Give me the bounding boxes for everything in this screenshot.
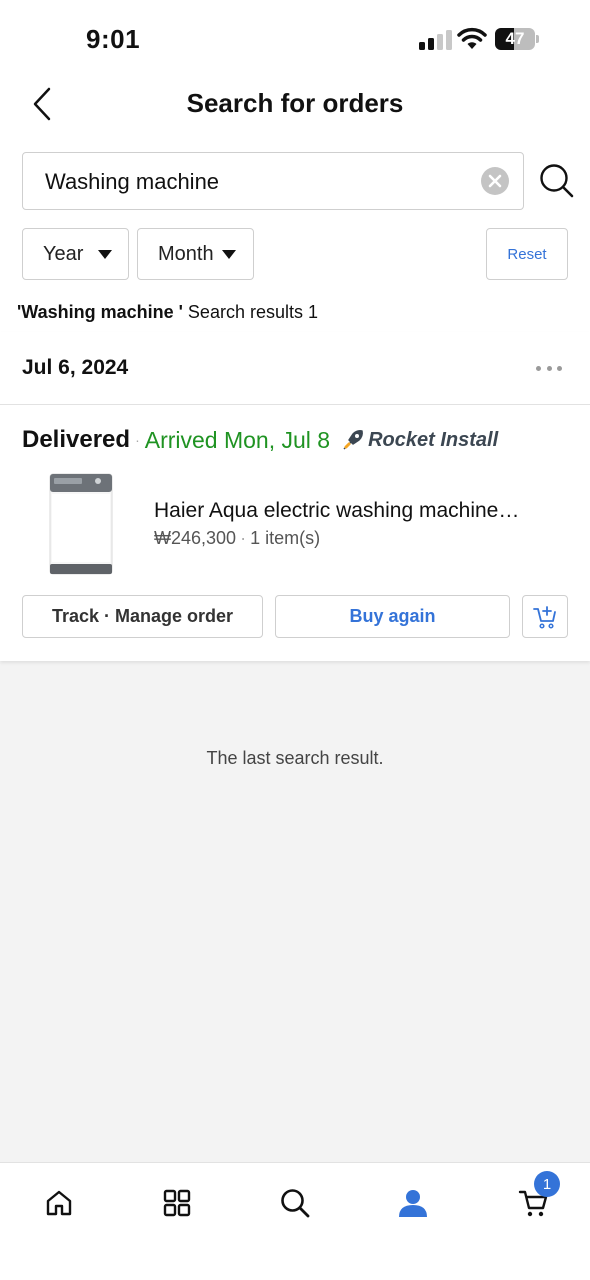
home-icon: [46, 1190, 72, 1216]
arrival-date: Arrived Mon, Jul 8: [144, 426, 331, 453]
order-card: Jul 6, 2024 Delivered · Arrived Mon, Jul…: [0, 332, 590, 661]
result-query: 'Washing machine ': [17, 302, 183, 322]
rocket-install-label: Rocket Install: [368, 428, 499, 451]
status-label: Delivered: [22, 426, 131, 453]
clear-search-button[interactable]: [481, 167, 509, 195]
add-to-cart-button[interactable]: [522, 595, 568, 638]
track-manage-order-button[interactable]: Track · Manage order: [22, 595, 263, 638]
product-quantity: 1 item(s): [250, 528, 321, 548]
caret-down-icon: [222, 250, 236, 259]
end-of-results-text: The last search result.: [206, 748, 384, 768]
status-time: 9:01: [86, 24, 141, 54]
search-icon: [540, 164, 574, 198]
month-filter-label: Month: [158, 243, 214, 265]
nav-categories[interactable]: [155, 1181, 199, 1225]
caret-down-icon: [98, 250, 112, 259]
page-title: Search for orders: [186, 88, 404, 118]
search-icon: [281, 1189, 310, 1218]
status-bar: 9:01 47: [0, 0, 590, 80]
rocket-install-icon: [343, 430, 364, 450]
result-count: Search results 1: [182, 302, 318, 322]
order-date: Jul 6, 2024: [22, 356, 129, 379]
year-filter[interactable]: Year: [22, 228, 129, 280]
battery-level: 47: [505, 29, 525, 48]
buy-again-button[interactable]: Buy again: [275, 595, 510, 638]
nav-home[interactable]: [37, 1181, 81, 1225]
bottom-navigation: 1: [0, 1162, 590, 1280]
battery-icon: 47: [495, 28, 539, 50]
close-icon: [488, 174, 502, 188]
product-image[interactable]: [40, 468, 120, 580]
nav-search[interactable]: [273, 1181, 317, 1225]
categories-icon: [163, 1189, 191, 1217]
divider: [0, 404, 590, 405]
product-price: ₩246,300: [154, 528, 237, 548]
product-meta: ₩246,300 · 1 item(s): [154, 528, 320, 549]
cellular-signal-icon: [419, 30, 452, 50]
search-button[interactable]: [536, 160, 578, 202]
my-account-icon: [399, 1190, 427, 1217]
wifi-icon: [457, 27, 487, 51]
search-box: [22, 152, 524, 210]
nav-my-account[interactable]: [391, 1181, 435, 1225]
month-filter[interactable]: Month: [137, 228, 254, 280]
delivery-status: Delivered · Arrived Mon, Jul 8 Rocket In…: [22, 426, 498, 454]
more-options-button[interactable]: [536, 360, 562, 376]
rocket-install-badge: Rocket Install: [342, 429, 498, 452]
separator: ·: [135, 432, 140, 448]
search-input[interactable]: [45, 167, 465, 197]
search-result-summary: 'Washing machine ' Search results 1: [17, 302, 318, 323]
cart-count-badge: 1: [534, 1171, 560, 1197]
year-filter-label: Year: [43, 243, 84, 265]
meta-separator: ·: [240, 528, 247, 548]
reset-button[interactable]: Reset: [486, 228, 568, 280]
add-to-cart-icon: [533, 605, 556, 629]
product-name[interactable]: Haier Aqua electric washing machine…: [154, 499, 524, 523]
nav-cart[interactable]: 1: [512, 1171, 560, 1225]
